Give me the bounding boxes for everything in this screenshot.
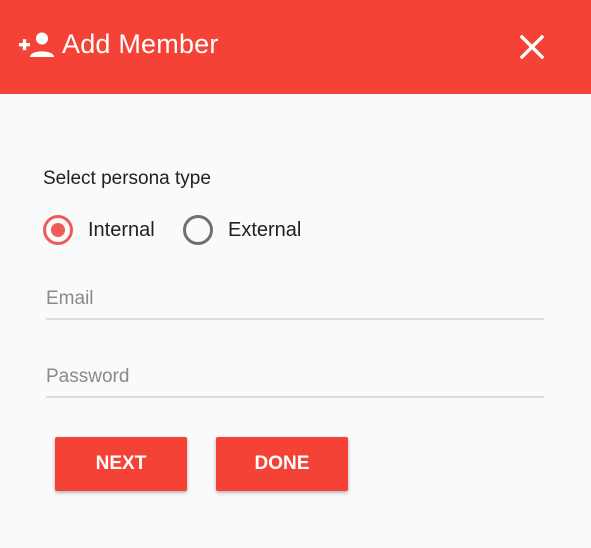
done-button[interactable]: DONE [216, 437, 348, 491]
dialog-header: Add Member [0, 0, 591, 94]
password-field-container [46, 358, 544, 398]
close-button[interactable] [516, 31, 548, 63]
persona-type-label: Select persona type [43, 168, 211, 189]
email-input[interactable] [46, 280, 544, 318]
radio-internal[interactable]: Internal [42, 214, 155, 246]
close-icon [519, 34, 545, 60]
radio-checked-icon[interactable] [42, 214, 74, 246]
dialog-title: Add Member [62, 29, 219, 59]
password-input[interactable] [46, 358, 544, 396]
person-add-icon [19, 32, 54, 57]
radio-external-label: External [228, 219, 302, 241]
radio-unchecked-icon[interactable] [182, 214, 214, 246]
next-button[interactable]: NEXT [55, 437, 187, 491]
radio-internal-label: Internal [88, 219, 155, 241]
add-member-dialog: Add Member Select persona type Internal … [0, 0, 591, 548]
radio-external[interactable]: External [182, 214, 301, 246]
email-field-container [46, 280, 544, 320]
